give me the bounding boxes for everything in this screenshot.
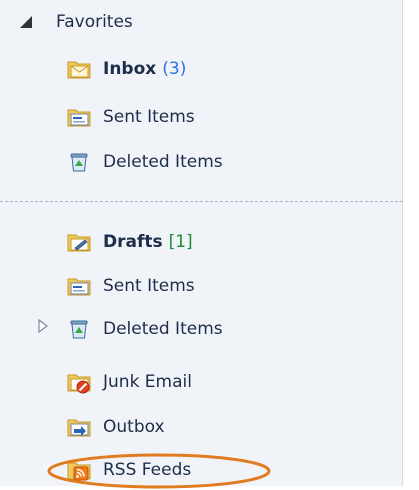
sent-items-label: Sent Items bbox=[103, 276, 195, 296]
outbox-label: Outbox bbox=[103, 417, 165, 437]
mailbox-item-drafts[interactable]: Drafts [1] bbox=[67, 226, 193, 258]
mailbox-item-sent-items[interactable]: Sent Items bbox=[67, 270, 195, 302]
junk-email-icon bbox=[67, 374, 91, 394]
inbox-label: Inbox bbox=[103, 59, 157, 79]
sent-items-icon bbox=[67, 109, 91, 127]
outbox-icon bbox=[67, 419, 91, 437]
deleted-items-icon bbox=[70, 320, 88, 339]
favorites-item-sent-items[interactable]: Sent Items bbox=[67, 101, 195, 133]
favorites-item-inbox[interactable]: Inbox (3) bbox=[67, 53, 186, 85]
sent-items-label: Sent Items bbox=[103, 107, 195, 127]
collapse-favorites-icon[interactable] bbox=[18, 14, 34, 30]
mailbox-item-junk-email[interactable]: Junk Email bbox=[67, 366, 192, 398]
mailbox-item-outbox[interactable]: Outbox bbox=[67, 411, 165, 443]
sent-items-icon bbox=[67, 278, 91, 296]
deleted-items-label: Deleted Items bbox=[103, 319, 223, 339]
drafts-count: [1] bbox=[168, 232, 193, 252]
drafts-folder-icon bbox=[67, 234, 91, 252]
favorites-header[interactable]: Favorites bbox=[56, 6, 133, 38]
favorites-header-label: Favorites bbox=[56, 12, 133, 32]
mailbox-item-deleted-items[interactable]: Deleted Items bbox=[67, 313, 223, 345]
drafts-label: Drafts bbox=[103, 232, 163, 252]
deleted-items-label: Deleted Items bbox=[103, 152, 223, 172]
highlight-ellipse bbox=[47, 453, 271, 489]
expand-deleted-items-icon[interactable] bbox=[37, 319, 49, 333]
inbox-unread-count: (3) bbox=[162, 59, 187, 79]
favorites-item-deleted-items[interactable]: Deleted Items bbox=[67, 146, 223, 178]
inbox-folder-icon bbox=[67, 61, 91, 79]
deleted-items-icon bbox=[70, 153, 88, 172]
section-divider[interactable] bbox=[0, 201, 403, 202]
folder-pane: Favorites Inbox (3) Sent Items Deleted I… bbox=[0, 0, 403, 489]
junk-email-label: Junk Email bbox=[103, 372, 192, 392]
